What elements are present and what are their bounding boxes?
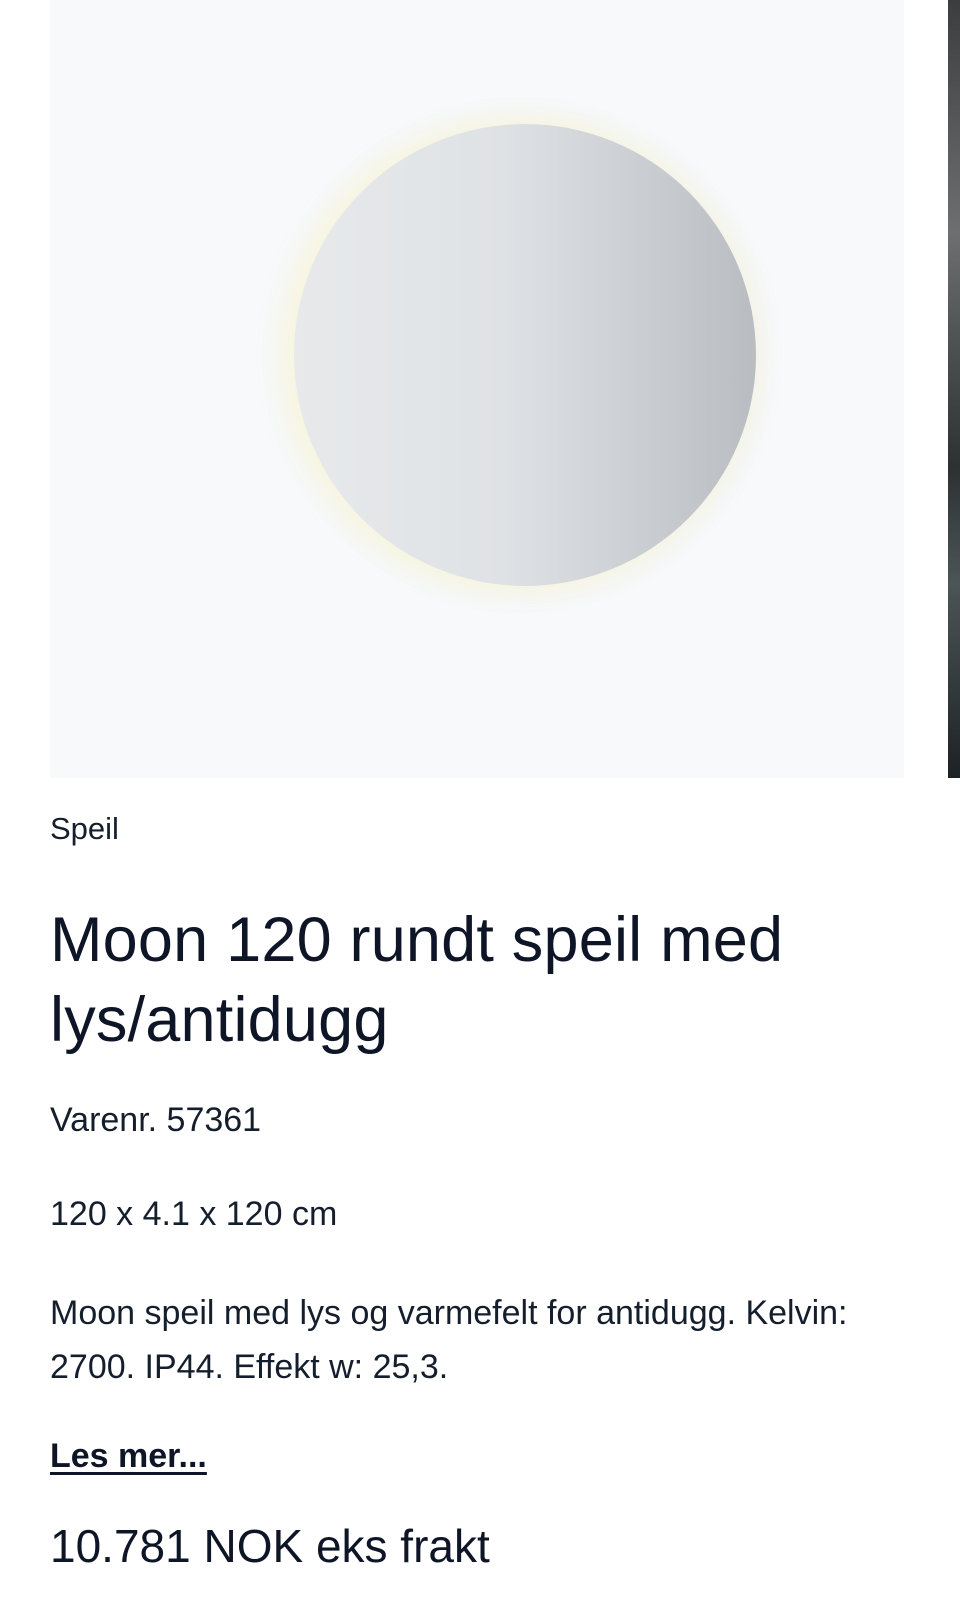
product-sku: Varenr. 57361: [50, 1101, 262, 1139]
product-info: Speil Moon 120 rundt speil med lys/antid…: [50, 810, 910, 1574]
product-title: Moon 120 rundt speil med lys/antidugg: [50, 905, 784, 1055]
product-description: Moon speil med lys og varmefelt for anti…: [50, 1294, 848, 1386]
round-mirror-illustration: [294, 124, 756, 586]
read-more-link[interactable]: Les mer...: [50, 1434, 207, 1478]
product-price: 10.781 NOK eks frakt: [50, 1520, 490, 1572]
product-dimensions: 120 x 4.1 x 120 cm: [50, 1195, 338, 1233]
product-category: Speil: [50, 811, 119, 846]
product-image-gallery[interactable]: [0, 0, 960, 778]
next-gallery-image-preview[interactable]: [948, 0, 960, 778]
product-image[interactable]: [50, 0, 904, 778]
